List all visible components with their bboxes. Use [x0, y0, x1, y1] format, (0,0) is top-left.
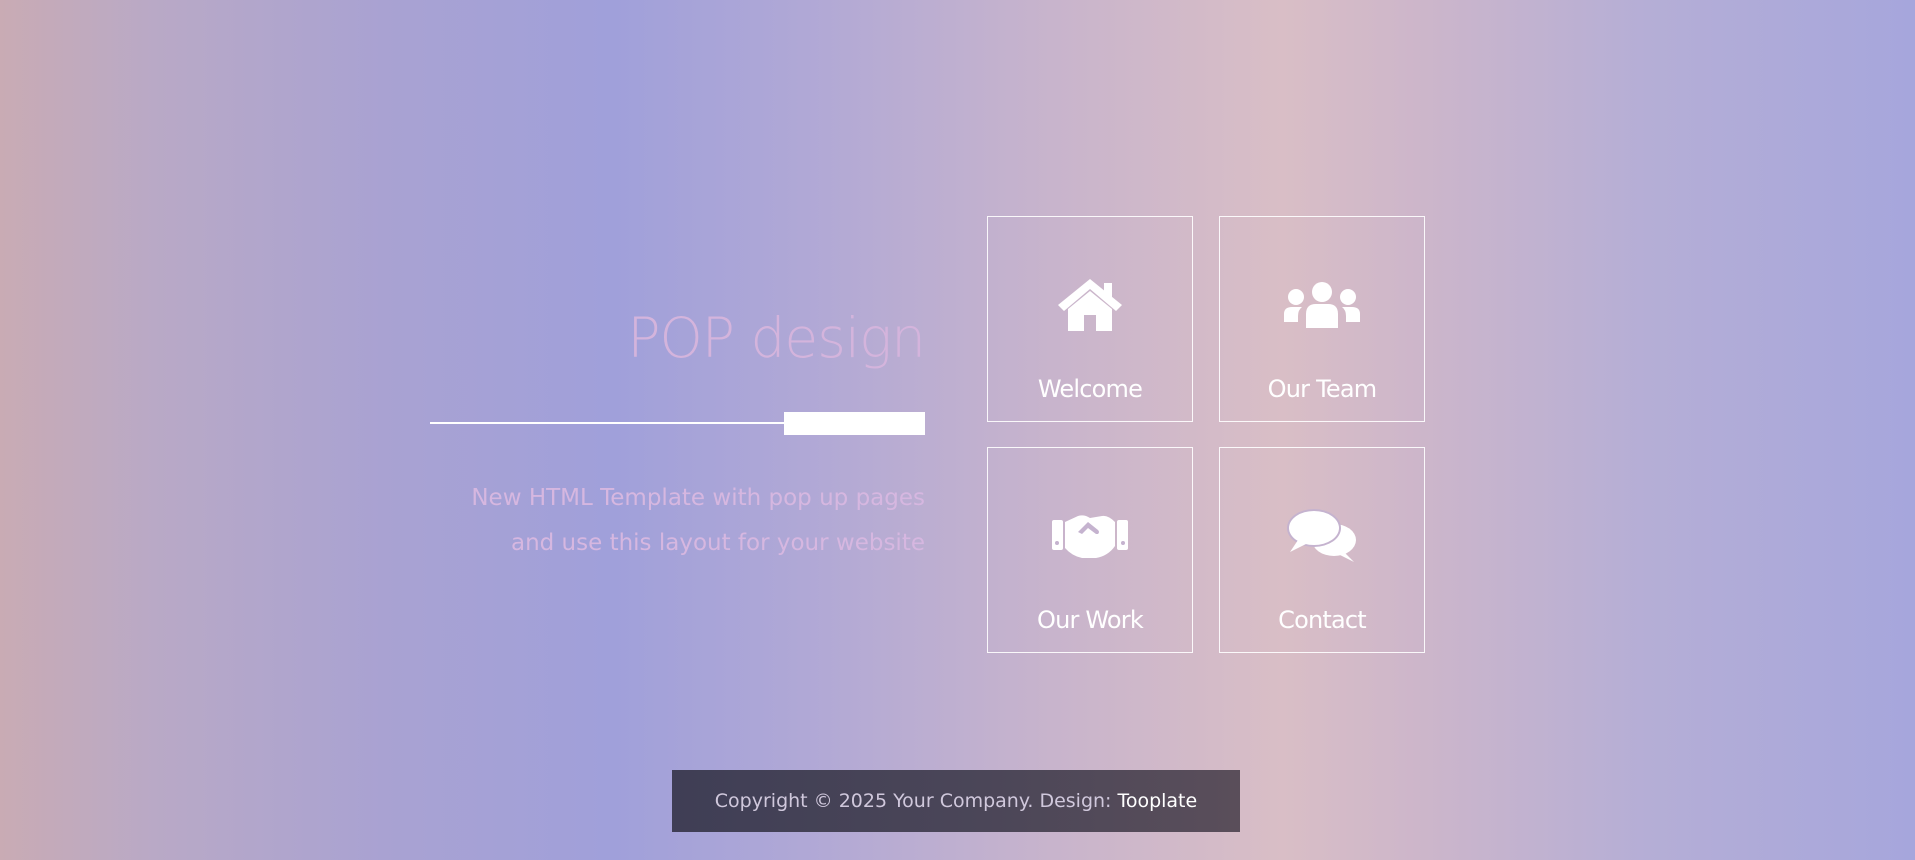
tile-our-work[interactable]: Our Work — [987, 447, 1193, 653]
tile-label: Welcome — [1037, 375, 1143, 403]
copyright-text: Copyright © 2025 Your Company. Design: — [714, 790, 1112, 812]
tile-label: Our Work — [1037, 606, 1144, 634]
tooplate-link[interactable]: Tooplate — [1117, 790, 1197, 812]
users-icon — [1220, 275, 1424, 335]
tile-label: Our Team — [1267, 375, 1377, 403]
handshake-icon — [988, 506, 1192, 566]
tagline: New HTML Template with pop up pages and … — [400, 476, 925, 566]
tile-label: Contact — [1278, 606, 1367, 634]
divider-accent-block — [784, 412, 925, 435]
tile-welcome[interactable]: Welcome — [987, 216, 1193, 422]
footer: Copyright © 2025 Your Company. Design: T… — [672, 770, 1240, 832]
tile-our-team[interactable]: Our Team — [1219, 216, 1425, 422]
home-icon — [988, 275, 1192, 335]
tagline-line-2: and use this layout for your website — [510, 530, 925, 556]
site-title: POP design — [627, 306, 926, 370]
tagline-line-1: New HTML Template with pop up pages — [471, 485, 925, 511]
divider-line — [430, 422, 785, 424]
comments-icon — [1220, 506, 1424, 566]
tile-contact[interactable]: Contact — [1219, 447, 1425, 653]
brand-header: POP design — [400, 300, 926, 386]
